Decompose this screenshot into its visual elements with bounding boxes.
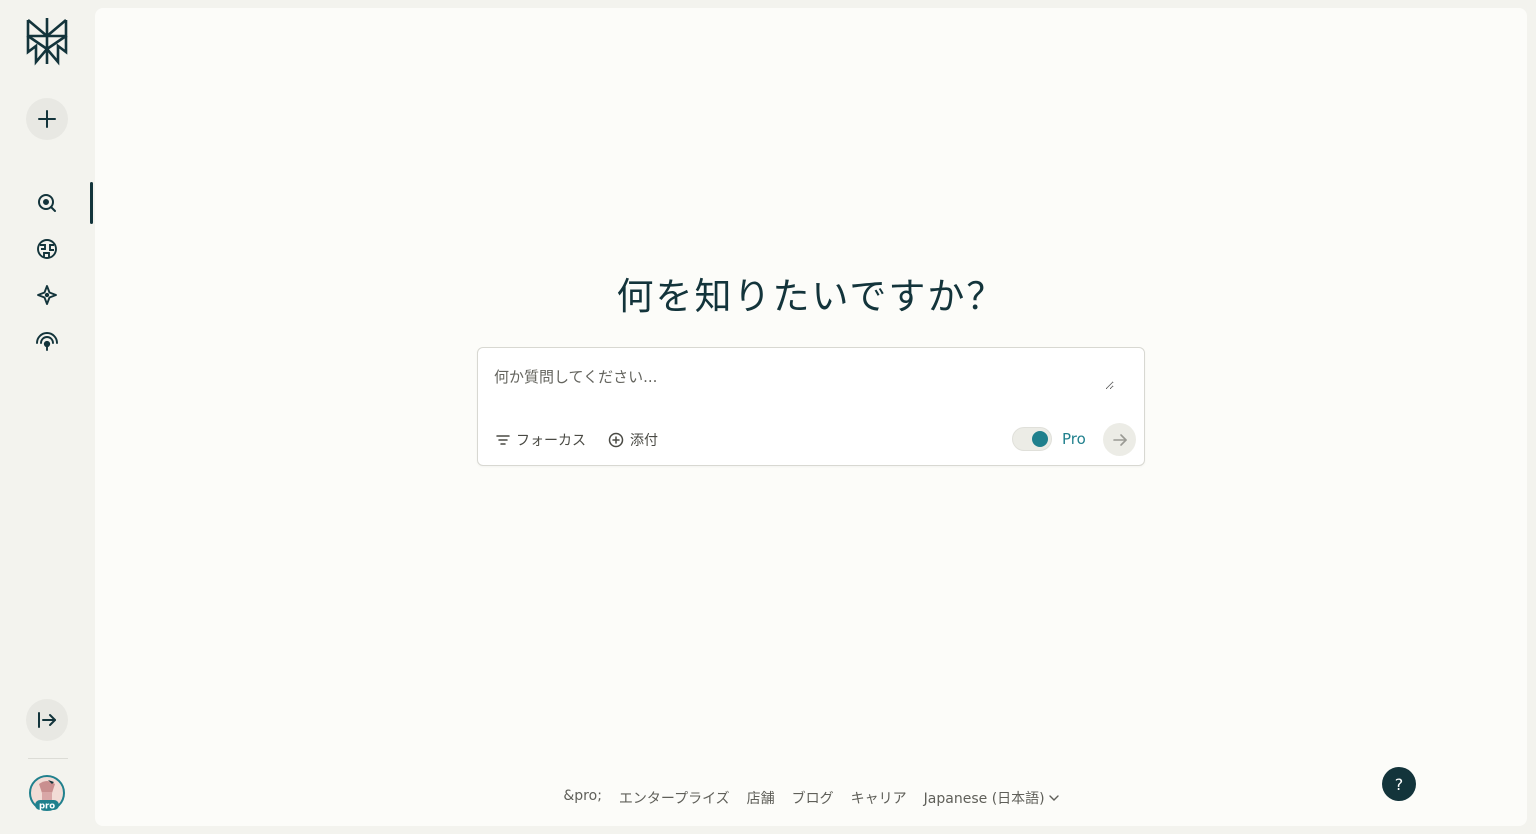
sidebar-item-library[interactable]	[30, 324, 64, 358]
globe-icon	[37, 239, 57, 259]
avatar[interactable]: pro	[28, 774, 66, 812]
focus-label: フォーカス	[516, 433, 586, 449]
language-label: Japanese (日本語)	[923, 791, 1045, 807]
sidebar: pro	[0, 0, 94, 834]
pro-label: Pro	[1062, 430, 1086, 448]
filter-icon	[496, 435, 510, 445]
page-title: 何を知りたいですか？	[616, 275, 1006, 318]
language-selector[interactable]: Japanese (日本語)	[924, 788, 1059, 808]
pro-toggle[interactable]	[1012, 427, 1052, 451]
sidebar-item-discover[interactable]	[30, 232, 64, 266]
footer-link-blog[interactable]: ブログ	[792, 788, 834, 808]
search-icon	[38, 194, 56, 212]
sidebar-item-spaces[interactable]	[30, 278, 64, 312]
focus-button[interactable]: フォーカス	[496, 430, 586, 450]
footer-link-careers[interactable]: キャリア	[851, 788, 907, 808]
help-button[interactable]: ?	[1382, 767, 1416, 801]
footer-link-store[interactable]: 店舗	[747, 788, 775, 808]
plus-circle-icon	[608, 432, 624, 448]
chevron-down-icon	[1048, 795, 1059, 801]
submit-button[interactable]	[1103, 423, 1136, 456]
main-panel: 何を知りたいですか？ フォーカス 添付 Pro &pro; エンタープライズ	[95, 8, 1527, 826]
attach-label: 添付	[630, 433, 658, 449]
attach-button[interactable]: 添付	[608, 430, 658, 450]
footer-link-pro[interactable]: &pro;	[563, 788, 602, 808]
pro-toggle-knob	[1032, 431, 1048, 447]
plus-icon	[38, 110, 56, 128]
arrow-right-icon	[1112, 433, 1127, 446]
signal-icon	[36, 332, 58, 351]
footer-link-enterprise[interactable]: エンタープライズ	[619, 788, 730, 808]
active-nav-indicator	[90, 182, 93, 224]
expand-sidebar-button[interactable]	[26, 699, 68, 741]
perplexity-logo-icon[interactable]	[24, 16, 70, 66]
collapse-right-icon	[38, 712, 56, 728]
sidebar-divider	[28, 758, 68, 759]
new-thread-button[interactable]	[26, 98, 68, 140]
help-icon: ?	[1394, 774, 1404, 794]
sparkle-icon	[37, 285, 57, 305]
sidebar-item-search[interactable]	[30, 186, 64, 220]
footer: &pro; エンタープライズ 店舗 ブログ キャリア Japanese (日本語…	[95, 788, 1527, 808]
avatar-pro-badge: pro	[39, 802, 55, 812]
search-input[interactable]	[494, 366, 1114, 390]
ask-box: フォーカス 添付 Pro	[477, 347, 1145, 466]
